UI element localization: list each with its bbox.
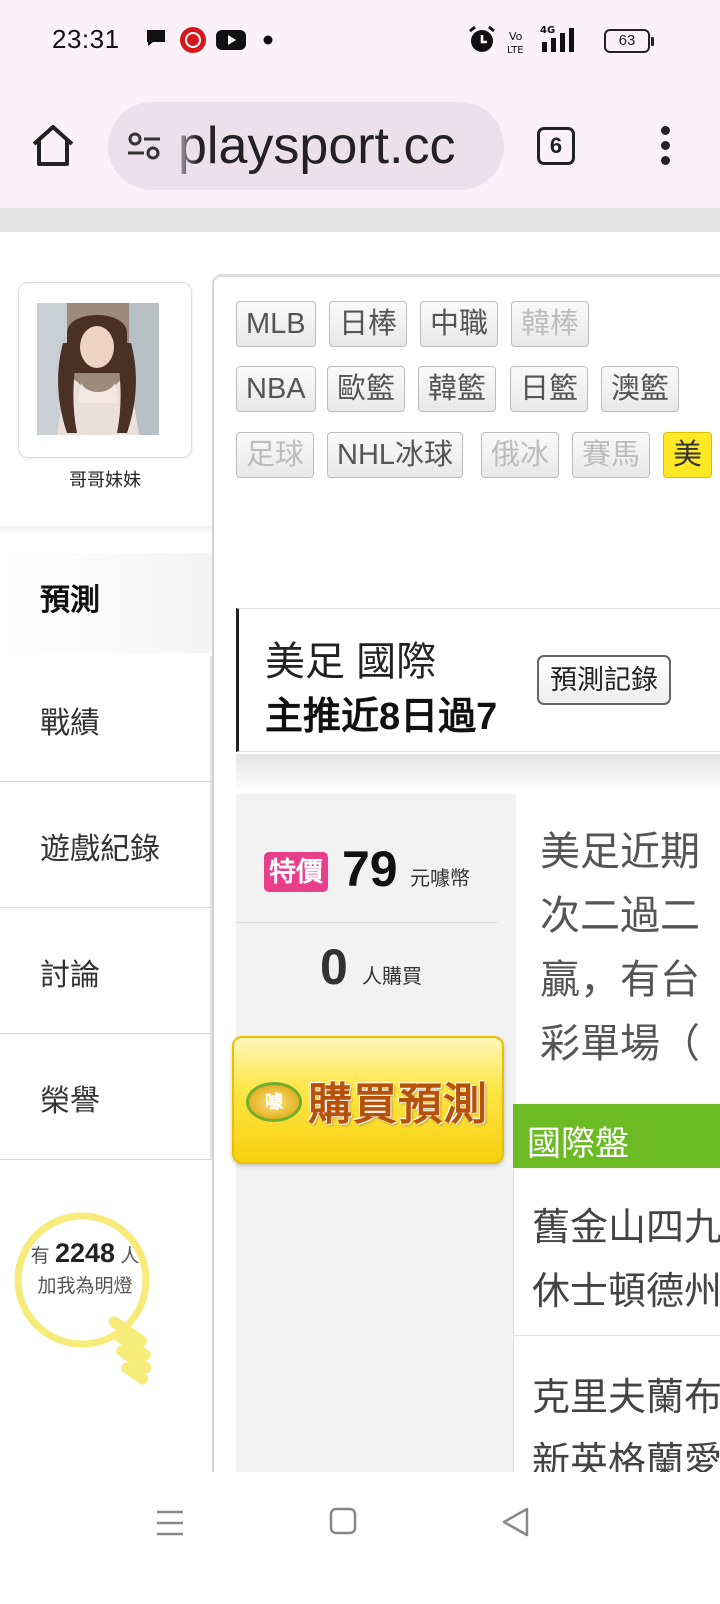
nav-item-label: 預測 xyxy=(40,584,100,617)
svg-text:LTE: LTE xyxy=(507,45,524,56)
app-logo-icon xyxy=(180,27,206,53)
prediction-record-button[interactable]: 預測記錄 xyxy=(537,655,671,705)
back-icon[interactable] xyxy=(500,1506,532,1538)
avatar-image xyxy=(37,303,159,435)
sport-tag-euroleague[interactable]: 歐籃 xyxy=(327,366,406,412)
buy-prediction-label: 購買預測 xyxy=(308,1080,488,1129)
url-fade xyxy=(168,102,198,190)
sport-tag-bleague[interactable]: 日籃 xyxy=(510,366,589,412)
fans-suffix: 人 xyxy=(120,1246,140,1267)
prediction-stat: 主推近8日過7 xyxy=(265,696,498,738)
alarm-icon xyxy=(469,25,495,52)
fans-counter[interactable]: 有 2248 人 加我為明燈 xyxy=(20,1238,150,1302)
description-line: 贏，有台 xyxy=(540,958,700,1002)
description-line: 美足近期 xyxy=(540,830,700,874)
nav-item-discussion[interactable]: 討論 xyxy=(0,908,212,1034)
buy-prediction-button[interactable]: 噱 購買預測 xyxy=(232,1036,504,1164)
buyers-label: 人購買 xyxy=(362,966,422,988)
youtube-icon xyxy=(216,30,246,50)
nav-item-game-log[interactable]: 遊戲紀錄 xyxy=(0,782,212,908)
description-line: 彩單場（ xyxy=(540,1022,700,1066)
match-team-line: 休士頓德州 xyxy=(532,1271,720,1313)
purchase-panel-shadow xyxy=(236,754,720,794)
signal-icon: 4G xyxy=(540,25,574,52)
tab-switcher-button[interactable]: 6 xyxy=(537,127,575,165)
buyers-count: 0 xyxy=(320,939,348,995)
recent-apps-icon[interactable] xyxy=(154,1508,186,1538)
status-time: 23:31 xyxy=(52,24,120,54)
avatar[interactable] xyxy=(37,303,159,435)
more-menu-icon[interactable] xyxy=(650,122,680,172)
market-header: 國際盤 xyxy=(513,1104,720,1168)
match-team-line: 舊金山四九 xyxy=(532,1207,720,1249)
match-row[interactable]: 舊金山四九 休士頓德州 xyxy=(513,1170,720,1336)
price-unit: 元噱幣 xyxy=(410,868,470,890)
sport-tag-npb[interactable]: 日棒 xyxy=(329,301,408,347)
sport-tag-cpbl[interactable]: 中職 xyxy=(420,301,499,347)
svg-text:Vo: Vo xyxy=(509,30,523,43)
prediction-header: 美足 國際 主推近8日過7 預測記錄 xyxy=(236,608,720,752)
username[interactable]: 哥哥妹妹 xyxy=(0,466,210,492)
lightbulb-icon xyxy=(14,1212,152,1385)
header-divider xyxy=(0,208,720,240)
sport-tag-khl[interactable]: 俄冰 xyxy=(481,432,560,478)
page-content: 哥哥妹妹 預測 戰績 遊戲紀錄 討論 榮譽 有 2248 人 加我為明燈 MLB… xyxy=(0,208,720,1508)
address-bar[interactable]: playsport.cc xyxy=(108,102,504,190)
browser-toolbar: playsport.cc 6 xyxy=(0,84,720,208)
sport-tag-kbl[interactable]: 韓籃 xyxy=(418,366,497,412)
nav-item-predict[interactable]: 預測 xyxy=(0,553,212,653)
sidebar-divider xyxy=(0,526,212,534)
market-label: 國際盤 xyxy=(527,1125,629,1163)
sport-tag-soccer[interactable]: 足球 xyxy=(236,432,315,478)
special-price-badge: 特價 xyxy=(264,852,328,892)
match-team-line: 克里夫蘭布 xyxy=(532,1377,720,1419)
sport-tag-nbl[interactable]: 澳籃 xyxy=(601,366,680,412)
nav-item-label: 討論 xyxy=(40,959,100,992)
sport-tag-nfl[interactable]: 美 xyxy=(663,432,713,478)
fans-prefix: 有 xyxy=(30,1246,50,1267)
avatar-card[interactable] xyxy=(18,282,192,458)
notification-dot-icon xyxy=(263,35,273,45)
status-bar: 23:31 Vo LTE 4G 63 xyxy=(0,0,720,84)
sport-tag-kbo[interactable]: 韓棒 xyxy=(511,301,590,347)
home-icon[interactable] xyxy=(28,120,78,170)
sport-tag-nhl[interactable]: NHL冰球 xyxy=(327,432,464,478)
price-value: 79 xyxy=(342,841,398,897)
battery-indicator: 63 xyxy=(604,29,654,53)
description-line: 次二過二 xyxy=(540,894,700,938)
fans-count: 2248 xyxy=(54,1238,116,1268)
price-divider xyxy=(236,922,498,923)
sport-tag-mlb[interactable]: MLB xyxy=(236,301,316,347)
nav-item-honor[interactable]: 榮譽 xyxy=(0,1034,212,1160)
fans-label: 加我為明燈 xyxy=(37,1276,133,1297)
sport-tag-nba[interactable]: NBA xyxy=(236,366,316,412)
nav-item-label: 遊戲紀錄 xyxy=(40,833,160,866)
prediction-description: 美足近期 次二過二 贏，有台 彩單場（ xyxy=(540,820,720,1076)
nav-item-record[interactable]: 戰績 xyxy=(0,656,212,782)
url-text[interactable]: playsport.cc xyxy=(178,116,455,176)
nav-item-label: 榮譽 xyxy=(40,1085,100,1118)
system-navigation-bar xyxy=(0,1472,720,1604)
home-nav-icon[interactable] xyxy=(328,1506,358,1536)
svg-text:4G: 4G xyxy=(540,25,555,36)
chat-bubble-icon xyxy=(147,30,165,46)
site-settings-icon[interactable] xyxy=(126,130,162,162)
prediction-title: 美足 國際 xyxy=(265,640,437,684)
sport-tag-horse-racing[interactable]: 賽馬 xyxy=(572,432,651,478)
coin-logo-icon: 噱 xyxy=(246,1082,302,1122)
nav-item-label: 戰績 xyxy=(40,707,100,740)
volte-icon: Vo LTE xyxy=(507,30,524,56)
